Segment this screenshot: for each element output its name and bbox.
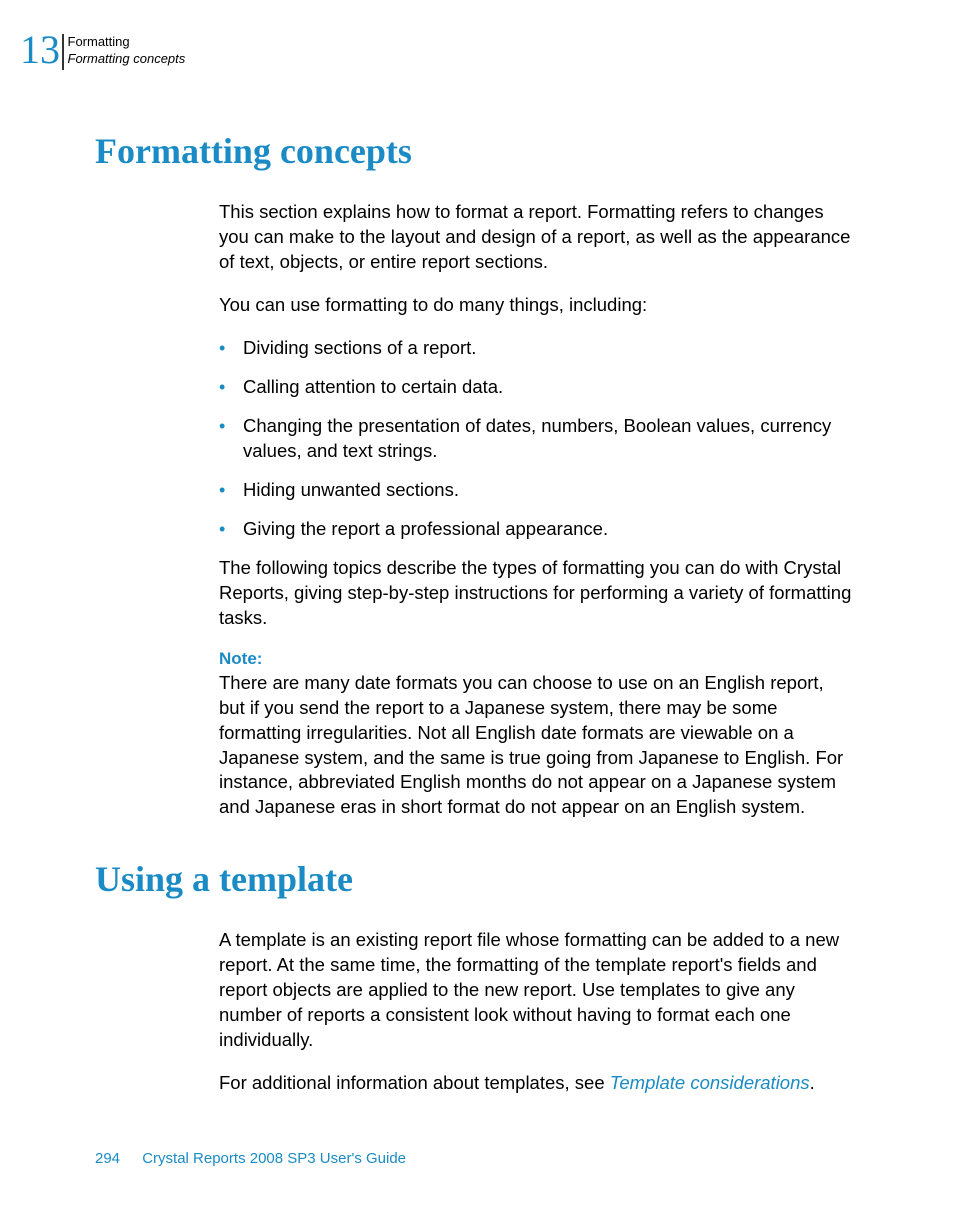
header-section-title: Formatting concepts	[68, 51, 186, 68]
header-text-block: Formatting Formatting concepts	[68, 30, 186, 68]
section1-bullet-list: Dividing sections of a report. Calling a…	[219, 336, 854, 542]
section2-para2-suffix: .	[810, 1072, 815, 1093]
main-content: Formatting concepts This section explain…	[95, 130, 854, 1114]
section-title-using-template: Using a template	[95, 858, 854, 900]
template-considerations-link[interactable]: Template considerations	[610, 1072, 810, 1093]
list-item: Calling attention to certain data.	[219, 375, 854, 400]
chapter-number: 13	[20, 30, 60, 70]
section2-para2-prefix: For additional information about templat…	[219, 1072, 610, 1093]
header-chapter-title: Formatting	[68, 34, 186, 51]
section1-para1: This section explains how to format a re…	[219, 200, 854, 275]
section1-para3: The following topics describe the types …	[219, 556, 854, 631]
list-item: Changing the presentation of dates, numb…	[219, 414, 854, 464]
footer-document-title: Crystal Reports 2008 SP3 User's Guide	[142, 1150, 406, 1167]
note-label: Note:	[219, 649, 854, 669]
section1-para2: You can use formatting to do many things…	[219, 293, 854, 318]
section2-body: A template is an existing report file wh…	[219, 928, 854, 1096]
page-header: 13 Formatting Formatting concepts	[20, 30, 185, 70]
list-item: Giving the report a professional appeara…	[219, 517, 854, 542]
list-item: Hiding unwanted sections.	[219, 478, 854, 503]
section-title-formatting-concepts: Formatting concepts	[95, 130, 854, 172]
note-text: There are many date formats you can choo…	[219, 671, 854, 821]
page-footer: 294 Crystal Reports 2008 SP3 User's Guid…	[95, 1150, 406, 1167]
section1-body: This section explains how to format a re…	[219, 200, 854, 820]
section2-para2: For additional information about templat…	[219, 1071, 854, 1096]
list-item: Dividing sections of a report.	[219, 336, 854, 361]
section2: Using a template A template is an existi…	[95, 858, 854, 1096]
page-number: 294	[95, 1150, 120, 1167]
header-divider	[62, 34, 64, 70]
section2-para1: A template is an existing report file wh…	[219, 928, 854, 1053]
